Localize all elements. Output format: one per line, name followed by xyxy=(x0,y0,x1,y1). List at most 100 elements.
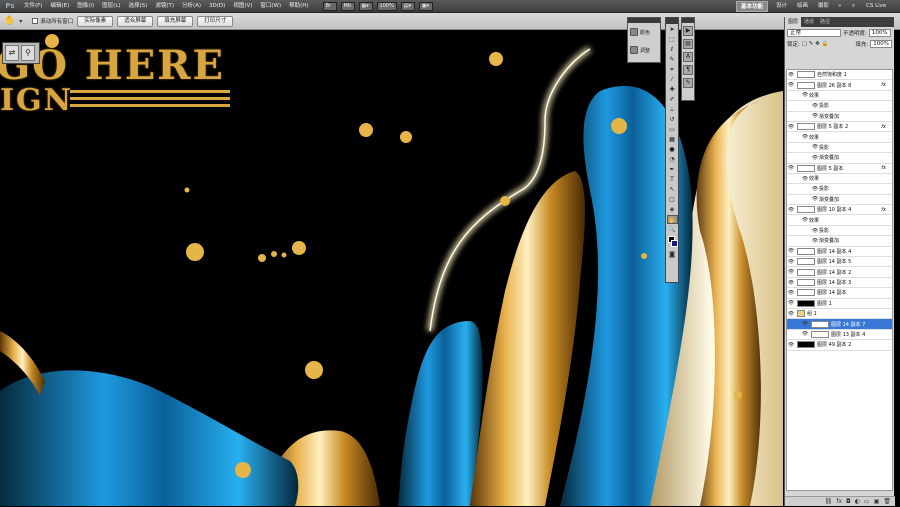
menu-select[interactable]: 选择(S) xyxy=(125,0,152,13)
layer-row[interactable]: 👁 图层 14 副本 3 xyxy=(787,278,892,289)
visibility-eye-icon[interactable]: 👁 xyxy=(801,134,809,140)
layer-effect-row[interactable]: 👁 效果 xyxy=(787,174,892,185)
layer-effect-row[interactable]: 👁 效果 xyxy=(787,132,892,143)
search-icon[interactable]: ⌕ xyxy=(848,1,859,12)
visibility-eye-icon[interactable]: 👁 xyxy=(811,228,819,234)
visibility-eye-icon[interactable]: 👁 xyxy=(787,342,795,348)
layer-row[interactable]: 👁 图层 10 副本 4 fx xyxy=(787,205,892,216)
history-brush-tool-icon[interactable]: ↺ xyxy=(667,115,678,124)
pen-tool-icon[interactable]: ✒ xyxy=(667,165,678,174)
menu-analysis[interactable]: 分析(A) xyxy=(178,0,205,13)
path-select-tool-icon[interactable]: ↖ xyxy=(667,185,678,194)
brush-tool-icon[interactable]: ✐ xyxy=(667,95,678,104)
color-panel-item[interactable]: 颜色 xyxy=(628,23,660,41)
mask-icon[interactable]: ◘ xyxy=(846,497,851,506)
brush-panel-icon[interactable]: ✎ xyxy=(683,78,693,88)
menu-file[interactable]: 文件(F) xyxy=(20,0,46,13)
menu-image[interactable]: 图像(I) xyxy=(73,0,98,13)
menu-edit[interactable]: 编辑(E) xyxy=(46,0,73,13)
adjustments-panel-item[interactable]: 调整 xyxy=(628,41,660,59)
brush-preset-icon[interactable]: ⚲ xyxy=(21,45,35,61)
tab-layers[interactable]: 图层 xyxy=(785,17,802,27)
layer-row[interactable]: 👁 图层 13 副本 4 xyxy=(787,330,892,341)
menu-help[interactable]: 帮助(H) xyxy=(285,0,312,13)
visibility-eye-icon[interactable]: 👁 xyxy=(801,176,809,182)
visibility-eye-icon[interactable]: 👁 xyxy=(811,155,819,161)
workspace-photography[interactable]: 摄影 xyxy=(814,1,833,12)
character-icon[interactable]: A xyxy=(683,52,693,62)
layer-row[interactable]: 👁 图层 14 副本 4 xyxy=(787,247,892,258)
blend-mode-select[interactable]: 正常 xyxy=(787,28,841,37)
layer-effect-row[interactable]: 👁 投影 xyxy=(787,101,892,112)
layer-row[interactable]: 👁 图层 14 副本 2 xyxy=(787,267,892,278)
quick-mask-icon[interactable]: ◙ xyxy=(667,250,678,259)
zoom-select[interactable]: 100% xyxy=(376,1,397,11)
layer-effect-row[interactable]: 👁 效果 xyxy=(787,215,892,226)
eraser-tool-icon[interactable]: ▭ xyxy=(667,125,678,134)
visibility-eye-icon[interactable]: 👁 xyxy=(787,72,795,78)
arrange-documents-icon[interactable]: ▤▾ xyxy=(400,1,415,11)
workspace-essentials[interactable]: 基本功能 xyxy=(736,1,769,12)
cs-live-button[interactable]: CS Live xyxy=(862,1,890,12)
visibility-eye-icon[interactable]: 👁 xyxy=(787,290,795,296)
menu-layer[interactable]: 图层(L) xyxy=(98,0,124,13)
layer-effect-row[interactable]: 👁 渐变叠加 xyxy=(787,112,892,122)
tab-paths[interactable]: 路径 xyxy=(817,17,833,27)
screen-mode-icon[interactable]: ▣▾ xyxy=(418,1,433,11)
fx-badge[interactable]: fx xyxy=(881,124,886,130)
trash-icon[interactable]: 🗑 xyxy=(883,497,891,506)
workspace-more[interactable]: » xyxy=(834,1,845,12)
layer-row[interactable]: 👁 自然饱和度 1 xyxy=(787,70,892,81)
visibility-eye-icon[interactable]: 👁 xyxy=(811,103,819,109)
eyedropper-tool-icon[interactable]: ⁄ xyxy=(667,75,678,84)
visibility-eye-icon[interactable]: 👁 xyxy=(801,331,809,337)
mini-bridge-icon[interactable]: Mb xyxy=(340,1,355,11)
history-icon[interactable]: ▤ xyxy=(683,39,693,49)
visibility-eye-icon[interactable]: 👁 xyxy=(787,311,795,317)
color-swatches-icon[interactable] xyxy=(667,235,678,249)
actual-pixels-button[interactable]: 实际像素 xyxy=(77,15,114,27)
layer-row[interactable]: 👁 图层 14 副本 7 xyxy=(787,319,892,330)
visibility-eye-icon[interactable]: 👁 xyxy=(787,248,795,254)
visibility-eye-icon[interactable]: 👁 xyxy=(801,217,809,223)
scroll-all-windows-checkbox[interactable]: 滚动所有窗口 xyxy=(32,17,73,25)
fill-input[interactable]: 100% xyxy=(870,39,892,48)
visibility-eye-icon[interactable]: 👁 xyxy=(811,186,819,192)
visibility-eye-icon[interactable]: 👁 xyxy=(801,321,809,327)
actions-icon[interactable]: ▶ xyxy=(683,26,693,36)
layer-effect-row[interactable]: 👁 渐变叠加 xyxy=(787,195,892,206)
visibility-eye-icon[interactable]: 👁 xyxy=(787,165,795,171)
link-layers-icon[interactable]: ⛓ xyxy=(825,497,833,506)
visibility-eye-icon[interactable]: 👁 xyxy=(787,259,795,265)
menu-3d[interactable]: 3D(D) xyxy=(205,0,229,13)
layer-row[interactable]: 👁 图层 14 副本 xyxy=(787,288,892,299)
layer-row[interactable]: 👁 图层 5 副本 fx xyxy=(787,164,892,174)
paragraph-icon[interactable]: ¶ xyxy=(683,65,693,75)
gradient-tool-icon[interactable]: ▦ xyxy=(667,135,678,144)
dodge-tool-icon[interactable]: ◔ xyxy=(667,155,678,164)
adjust-icon[interactable]: ⇌ xyxy=(5,45,19,61)
lasso-tool-icon[interactable]: ℓ xyxy=(667,45,678,54)
layer-row[interactable]: 👁 图层 26 副本 8 fx xyxy=(787,80,892,91)
layer-row[interactable]: 👁 组 1 xyxy=(787,309,892,320)
layer-effect-row[interactable]: 👁 渐变叠加 xyxy=(787,236,892,247)
bridge-icon[interactable]: Br xyxy=(322,1,337,11)
menu-view[interactable]: 视图(V) xyxy=(229,0,256,13)
layer-effect-row[interactable]: 👁 投影 xyxy=(787,143,892,154)
print-size-button[interactable]: 打印尺寸 xyxy=(197,15,234,27)
visibility-eye-icon[interactable]: 👁 xyxy=(801,92,809,98)
fx-icon[interactable]: fx xyxy=(836,497,842,506)
3d-tool-icon[interactable]: ◈ xyxy=(667,205,678,214)
shape-tool-icon[interactable]: ▢ xyxy=(667,195,678,204)
visibility-eye-icon[interactable]: 👁 xyxy=(787,124,795,130)
menu-filter[interactable]: 滤镜(T) xyxy=(151,0,178,13)
lock-icons[interactable]: ▢ ✎ ✥ 🔒 xyxy=(802,41,829,47)
visibility-eye-icon[interactable]: 👁 xyxy=(787,300,795,306)
fx-badge[interactable]: fx xyxy=(881,82,886,88)
visibility-eye-icon[interactable]: 👁 xyxy=(787,280,795,286)
visibility-eye-icon[interactable]: 👁 xyxy=(787,82,795,88)
move-tool-icon[interactable]: ➤ xyxy=(667,25,678,34)
adjustment-layer-icon[interactable]: ◐ xyxy=(855,497,860,506)
layer-effect-row[interactable]: 👁 效果 xyxy=(787,91,892,102)
visibility-eye-icon[interactable]: 👁 xyxy=(787,207,795,213)
